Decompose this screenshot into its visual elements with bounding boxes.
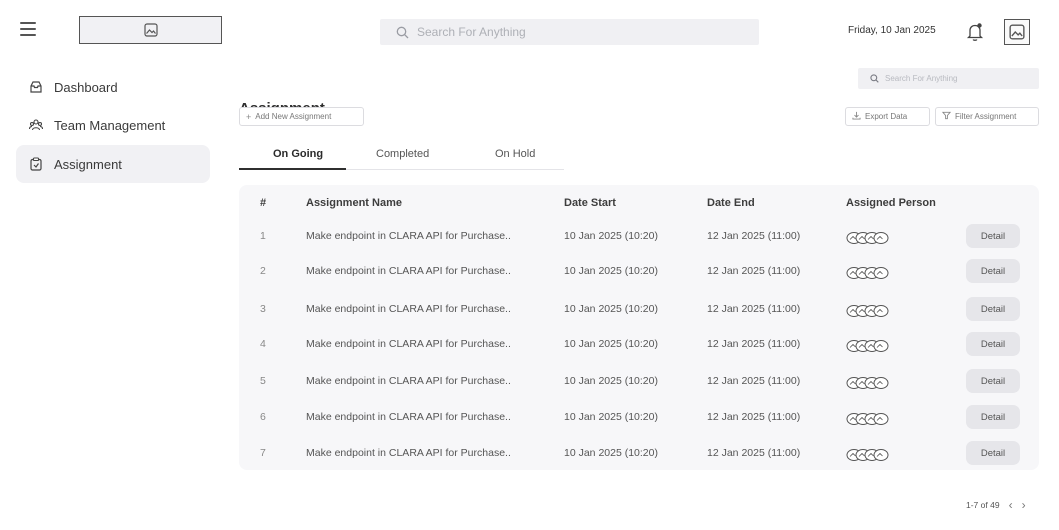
- date-start: 10 Jan 2025 (10:20): [564, 303, 658, 315]
- logo-placeholder[interactable]: [79, 16, 222, 44]
- tab-on-hold[interactable]: On Hold: [495, 148, 535, 160]
- assigned-avatars-icon: [846, 232, 889, 244]
- column-header-date-end: Date End: [707, 197, 755, 209]
- sidebar-item-label: Assignment: [54, 156, 122, 172]
- assigned-avatars-icon: [846, 449, 889, 461]
- row-number: 4: [260, 338, 266, 350]
- assigned-avatars-icon: [846, 340, 889, 352]
- date-end: 12 Jan 2025 (11:00): [707, 411, 801, 423]
- add-assignment-label: Add New Assignment: [255, 112, 332, 121]
- download-icon: [852, 111, 861, 122]
- inbox-icon: [29, 80, 43, 94]
- team-icon: [29, 118, 43, 132]
- column-header-number: #: [260, 197, 267, 209]
- tab-completed[interactable]: Completed: [376, 148, 429, 160]
- assignment-name: Make endpoint in CLARA API for Purchase.…: [306, 338, 511, 350]
- status-tabs: On Going Completed On Hold: [239, 138, 564, 170]
- filter-assignment-label: Filter Assignment: [955, 112, 1017, 121]
- assignment-name: Make endpoint in CLARA API for Purchase.…: [306, 230, 511, 242]
- pagination-range: 1-7: [966, 500, 979, 510]
- date-end: 12 Jan 2025 (11:00): [707, 447, 801, 459]
- global-search-input[interactable]: [417, 25, 717, 39]
- image-icon: [1009, 24, 1025, 40]
- date-end: 12 Jan 2025 (11:00): [707, 265, 801, 277]
- export-data-button[interactable]: Export Data: [845, 107, 930, 126]
- sidebar-item-dashboard[interactable]: Dashboard: [16, 68, 210, 106]
- chevron-right-icon[interactable]: ›: [1022, 498, 1026, 512]
- table-row: 7 Make endpoint in CLARA API for Purchase…: [239, 439, 1039, 469]
- menu-icon[interactable]: [20, 22, 36, 36]
- table-row: 4 Make endpoint in CLARA API for Purchase…: [239, 330, 1039, 360]
- row-number: 3: [260, 303, 266, 315]
- table-row: 1 Make endpoint in CLARA API for Purchase…: [239, 222, 1039, 252]
- detail-button[interactable]: Detail: [966, 332, 1020, 356]
- add-assignment-button[interactable]: + Add New Assignment: [239, 107, 364, 126]
- table-row: 2 Make endpoint in CLARA API for Purchase…: [239, 257, 1039, 287]
- detail-button[interactable]: Detail: [966, 369, 1020, 393]
- row-number: 1: [260, 230, 266, 242]
- assignment-table: # Assignment Name Date Start Date End As…: [239, 185, 1039, 470]
- row-number: 7: [260, 447, 266, 459]
- assignment-name: Make endpoint in CLARA API for Purchase.…: [306, 303, 511, 315]
- assignment-name: Make endpoint in CLARA API for Purchase.…: [306, 411, 511, 423]
- detail-button[interactable]: Detail: [966, 224, 1020, 248]
- sidebar-item-team-management[interactable]: Team Management: [16, 106, 210, 144]
- clipboard-icon: [29, 157, 43, 171]
- image-icon: [143, 23, 158, 37]
- search-icon: [396, 26, 409, 38]
- table-row: 3 Make endpoint in CLARA API for Purchase…: [239, 295, 1039, 325]
- plus-icon: +: [246, 111, 252, 122]
- row-number: 6: [260, 411, 266, 423]
- date-end: 12 Jan 2025 (11:00): [707, 230, 801, 242]
- column-header-assignment-name: Assignment Name: [306, 197, 402, 209]
- assignment-search-input[interactable]: [885, 74, 1035, 83]
- sidebar: Dashboard Team Management Assignment: [0, 64, 215, 530]
- current-date: Friday, 10 Jan 2025: [848, 25, 936, 36]
- row-number: 5: [260, 375, 266, 387]
- date-start: 10 Jan 2025 (10:20): [564, 447, 658, 459]
- date-start: 10 Jan 2025 (10:20): [564, 338, 658, 350]
- chevron-left-icon[interactable]: ‹: [1009, 498, 1013, 512]
- assignment-name: Make endpoint in CLARA API for Purchase.…: [306, 375, 511, 387]
- column-header-date-start: Date Start: [564, 197, 616, 209]
- avatar[interactable]: [1004, 19, 1030, 45]
- detail-button[interactable]: Detail: [966, 405, 1020, 429]
- assignment-name: Make endpoint in CLARA API for Purchase.…: [306, 265, 511, 277]
- pagination-total: of 49: [980, 500, 1000, 510]
- search-icon: [870, 74, 879, 83]
- table-row: 6 Make endpoint in CLARA API for Purchase…: [239, 403, 1039, 433]
- column-header-assigned-person: Assigned Person: [846, 197, 936, 209]
- filter-icon: [941, 111, 952, 122]
- assigned-avatars-icon: [846, 377, 889, 389]
- date-start: 10 Jan 2025 (10:20): [564, 230, 658, 242]
- filter-assignment-button[interactable]: Filter Assignment: [935, 107, 1039, 126]
- sidebar-item-label: Dashboard: [54, 79, 118, 95]
- row-number: 2: [260, 265, 266, 277]
- detail-button[interactable]: Detail: [966, 441, 1020, 465]
- active-tab-indicator: [239, 168, 346, 170]
- table-row: 5 Make endpoint in CLARA API for Purchase…: [239, 367, 1039, 397]
- date-end: 12 Jan 2025 (11:00): [707, 375, 801, 387]
- global-search-bar[interactable]: [380, 19, 759, 45]
- assigned-avatars-icon: [846, 413, 889, 425]
- date-end: 12 Jan 2025 (11:00): [707, 303, 801, 315]
- assigned-avatars-icon: [846, 305, 889, 317]
- tab-on-going[interactable]: On Going: [273, 148, 323, 160]
- sidebar-item-label: Team Management: [54, 117, 166, 133]
- detail-button[interactable]: Detail: [966, 297, 1020, 321]
- detail-button[interactable]: Detail: [966, 259, 1020, 283]
- date-start: 10 Jan 2025 (10:20): [564, 265, 658, 277]
- assignment-name: Make endpoint in CLARA API for Purchase.…: [306, 447, 511, 459]
- export-data-label: Export Data: [865, 112, 908, 121]
- assigned-avatars-icon: [846, 267, 889, 279]
- top-bar: Friday, 10 Jan 2025: [0, 0, 1059, 64]
- date-start: 10 Jan 2025 (10:20): [564, 375, 658, 387]
- pagination: 1-7 of 49 ‹ ›: [966, 498, 1026, 512]
- date-start: 10 Jan 2025 (10:20): [564, 411, 658, 423]
- bell-icon[interactable]: [966, 22, 984, 42]
- sidebar-item-assignment[interactable]: Assignment: [16, 145, 210, 183]
- date-end: 12 Jan 2025 (11:00): [707, 338, 801, 350]
- assignment-search-bar[interactable]: [858, 68, 1039, 89]
